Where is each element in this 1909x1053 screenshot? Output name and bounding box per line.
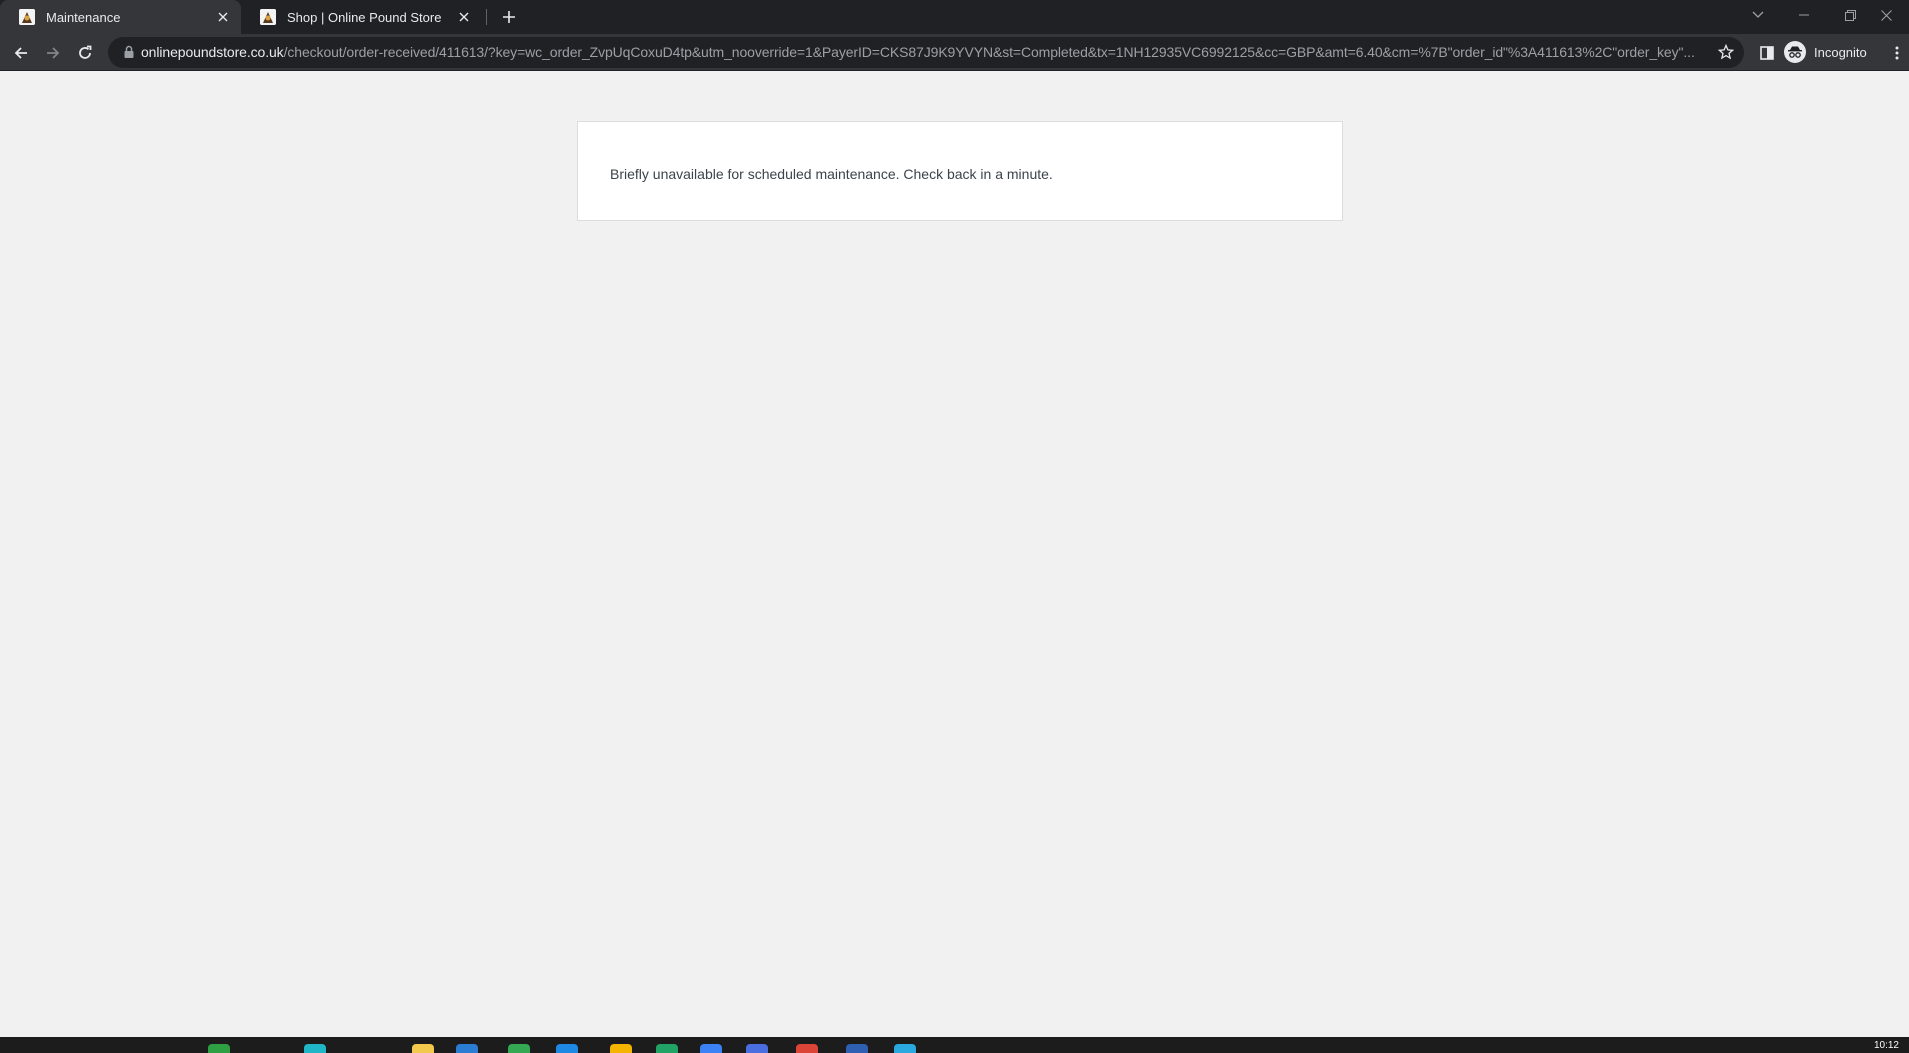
taskbar-app-icon[interactable] <box>412 1044 434 1053</box>
incognito-profile-button[interactable]: Incognito <box>1784 39 1867 65</box>
taskbar-app-icon[interactable] <box>656 1044 678 1053</box>
taskbar-app-icon[interactable] <box>700 1044 722 1053</box>
taskbar-app-icon[interactable] <box>208 1044 230 1053</box>
arrow-left-icon <box>14 47 27 59</box>
browser-window: Maintenance Shop | Online Pound Store on… <box>0 0 1909 1053</box>
page-viewport: Briefly unavailable for scheduled mainte… <box>0 71 1909 1037</box>
reload-icon <box>79 45 92 59</box>
close-tab-icon[interactable] <box>215 9 231 25</box>
taskbar-app-icon[interactable] <box>846 1044 868 1053</box>
side-panel-button[interactable] <box>1754 40 1780 66</box>
tab-search-button[interactable] <box>1735 0 1781 30</box>
taskbar-app-icon[interactable] <box>796 1044 818 1053</box>
os-taskbar: 10:12 <box>0 1037 1909 1053</box>
taskbar-app-icon[interactable] <box>894 1044 916 1053</box>
back-button[interactable] <box>8 40 34 66</box>
taskbar-app-icon[interactable] <box>610 1044 632 1053</box>
browser-menu-button[interactable] <box>1884 40 1909 66</box>
reload-button[interactable] <box>72 40 98 66</box>
incognito-icon <box>1784 41 1806 63</box>
url-host: onlinepoundstore.co.uk <box>141 44 284 60</box>
kebab-menu-icon <box>1895 46 1899 60</box>
taskbar-app-icon[interactable] <box>304 1044 326 1053</box>
store-favicon-icon <box>260 9 276 25</box>
bookmark-star-icon[interactable] <box>1716 42 1736 62</box>
maintenance-message: Briefly unavailable for scheduled mainte… <box>610 166 1053 182</box>
incognito-label: Incognito <box>1814 44 1867 60</box>
url-path: /checkout/order-received/411613/?key=wc_… <box>283 44 1695 60</box>
forward-button[interactable] <box>40 40 66 66</box>
tab-shop[interactable]: Shop | Online Pound Store <box>241 0 482 34</box>
taskbar-app-icon[interactable] <box>746 1044 768 1053</box>
close-window-button[interactable] <box>1863 0 1909 30</box>
tab-title: Shop | Online Pound Store <box>287 9 442 25</box>
new-tab-button[interactable] <box>499 7 519 27</box>
taskbar-app-icon[interactable] <box>556 1044 578 1053</box>
tab-strip: Maintenance Shop | Online Pound Store <box>0 0 1909 34</box>
tab-title: Maintenance <box>46 9 121 25</box>
tab-maintenance[interactable]: Maintenance <box>0 0 241 34</box>
tab-separator <box>486 9 487 25</box>
url-text[interactable]: onlinepoundstore.co.uk/checkout/order-re… <box>141 44 1701 62</box>
taskbar-app-icon[interactable] <box>508 1044 530 1053</box>
minimize-button[interactable] <box>1781 0 1827 30</box>
store-favicon-icon <box>19 9 35 25</box>
taskbar-app-icon[interactable] <box>456 1044 478 1053</box>
maintenance-notice-box: Briefly unavailable for scheduled mainte… <box>577 121 1343 221</box>
lock-icon[interactable] <box>122 45 136 59</box>
address-bar[interactable]: onlinepoundstore.co.uk/checkout/order-re… <box>108 37 1744 68</box>
taskbar-clock[interactable]: 10:12 <box>1874 1040 1899 1051</box>
browser-toolbar: onlinepoundstore.co.uk/checkout/order-re… <box>0 34 1909 71</box>
close-tab-icon[interactable] <box>456 9 472 25</box>
arrow-right-icon <box>47 47 60 59</box>
side-panel-icon <box>1760 46 1774 60</box>
